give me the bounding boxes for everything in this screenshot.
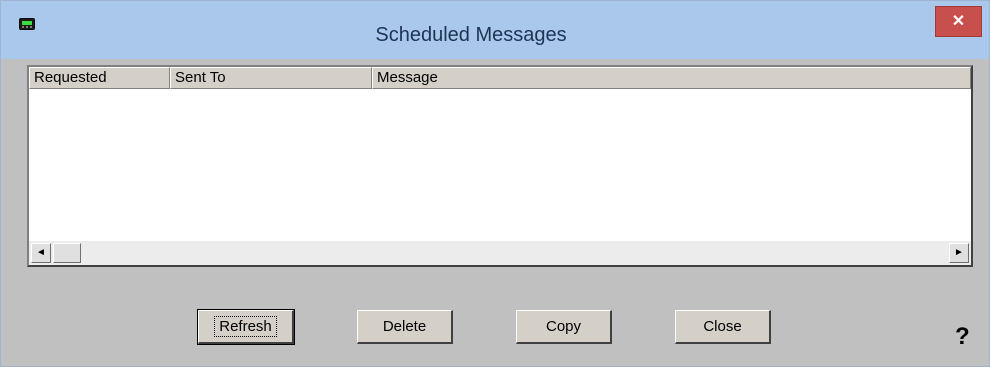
title-bar[interactable]: Scheduled Messages ✕ (1, 1, 989, 59)
refresh-button-label: Refresh (214, 316, 277, 337)
messages-list[interactable]: Requested Sent To Message ◄ ► (27, 65, 973, 267)
scheduled-messages-window: Scheduled Messages ✕ Requested Sent To M… (0, 0, 990, 367)
column-header-requested[interactable]: Requested (29, 67, 170, 89)
delete-button[interactable]: Delete (357, 310, 453, 344)
refresh-button[interactable]: Refresh (197, 309, 295, 345)
column-header-message[interactable]: Message (372, 67, 971, 89)
horizontal-scrollbar[interactable]: ◄ ► (29, 241, 971, 265)
scroll-left-icon[interactable]: ◄ (31, 243, 51, 263)
close-button[interactable]: Close (675, 310, 771, 344)
close-window-button[interactable]: ✕ (935, 6, 982, 37)
scroll-right-icon[interactable]: ► (949, 243, 969, 263)
window-title: Scheduled Messages (375, 24, 567, 46)
help-icon[interactable]: ? (955, 323, 970, 351)
scroll-thumb[interactable] (53, 243, 81, 263)
list-header: Requested Sent To Message (29, 67, 971, 89)
copy-button[interactable]: Copy (516, 310, 612, 344)
column-header-sent-to[interactable]: Sent To (170, 67, 372, 89)
